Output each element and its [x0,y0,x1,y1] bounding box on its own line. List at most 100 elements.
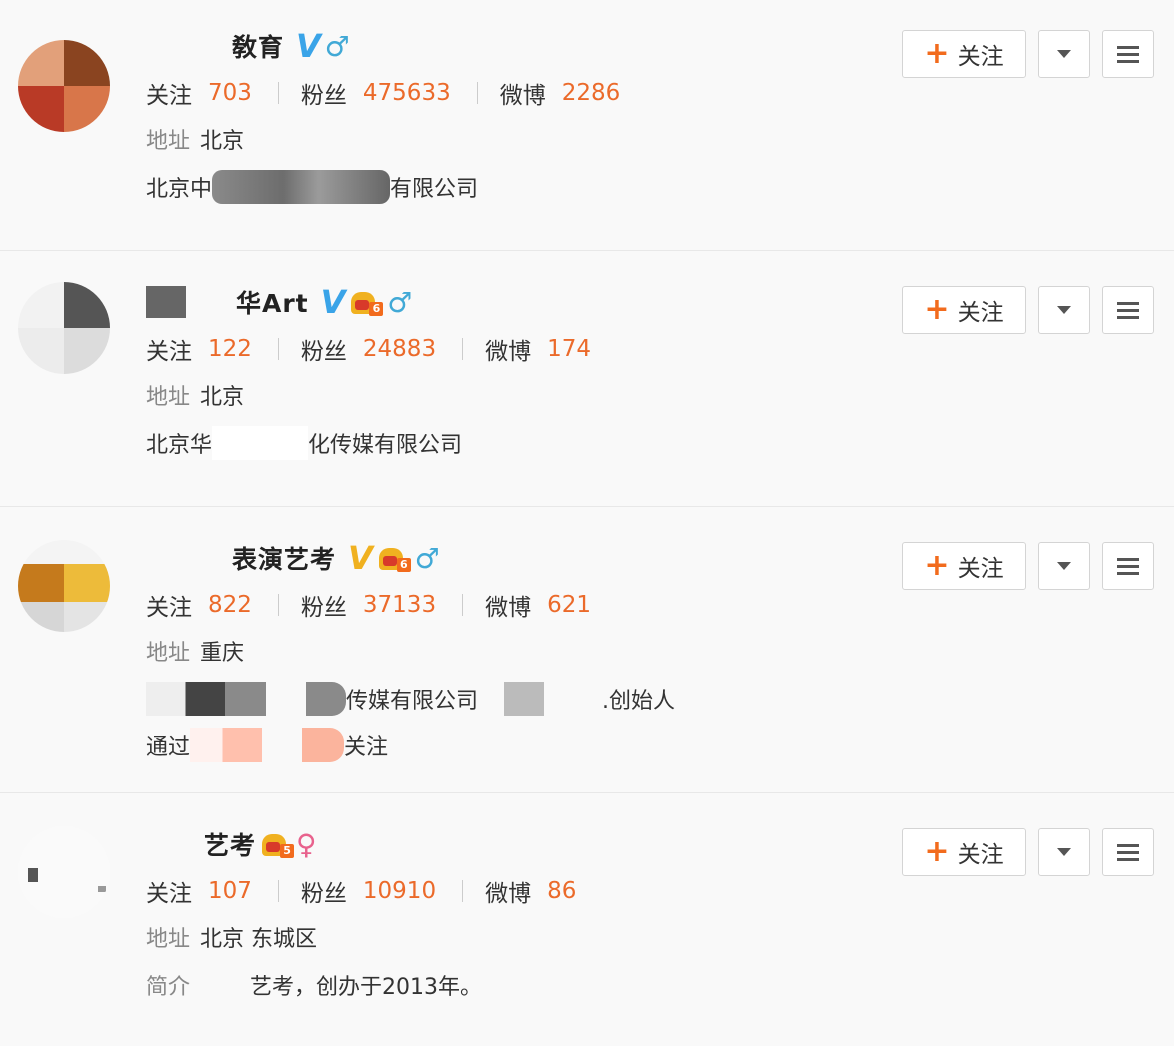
fans-label[interactable]: 粉丝 [301,588,347,622]
follow-button[interactable]: + 关注 [902,542,1026,590]
pixelated-redaction [146,682,266,716]
menu-button[interactable] [1102,286,1154,334]
address-value: 北京 [200,129,245,154]
pixelated-redaction [306,682,346,716]
address-line: 地址 重庆 [146,636,244,666]
follows-label[interactable]: 关注 [146,332,192,366]
posts-label[interactable]: 微博 [485,332,531,366]
divider [462,880,464,902]
title-text: .创始人 [602,689,676,714]
posts-label[interactable]: 微博 [500,76,546,110]
follow-button[interactable]: + 关注 [902,828,1026,876]
fans-count[interactable]: 10910 [363,878,436,904]
company-line: 传媒有限公司 .创始人 [146,682,676,716]
address-line: 地址 北京 [146,380,244,410]
follows-label[interactable]: 关注 [146,588,192,622]
pixelated-redaction [212,170,391,204]
more-dropdown-button[interactable] [1038,286,1090,334]
intro-label: 简介 [146,975,191,1000]
divider [0,250,1174,251]
follows-count[interactable]: 703 [208,80,252,106]
menu-button[interactable] [1102,30,1154,78]
follow-label: 关注 [957,842,1004,868]
pixelated-redaction [504,682,545,716]
divider [277,594,279,616]
avatar[interactable] [18,282,110,374]
follow-button[interactable]: + 关注 [902,286,1026,334]
menu-icon [1117,843,1139,847]
user-name[interactable]: 敎育 [232,28,284,64]
address-value: 重庆 [200,641,245,666]
pixelated-redaction [544,682,602,716]
company-line: 北京中 有限公司 [146,170,479,204]
address-label: 地址 [146,385,191,410]
male-icon: ♂ [387,285,413,319]
divider [277,880,279,902]
posts-count[interactable]: 621 [547,592,591,618]
verified-v-icon: V [348,539,373,577]
avatar[interactable] [18,540,110,632]
crown-icon: 6 [351,288,384,316]
menu-icon [1117,557,1139,561]
stats-row: 关注 822 粉丝 37133 微博 621 [146,588,591,622]
divider [462,594,464,616]
posts-count[interactable]: 174 [547,336,591,362]
stats-row: 关注 703 粉丝 475633 微博 2286 [146,76,621,110]
fans-label[interactable]: 粉丝 [301,874,347,908]
user-name[interactable]: 华Art [236,284,309,320]
fans-count[interactable]: 37133 [363,592,436,618]
more-dropdown-button[interactable] [1038,542,1090,590]
avatar[interactable] [18,40,110,132]
stats-row: 关注 107 粉丝 10910 微博 86 [146,874,576,908]
name-row: 表演艺考 V 6 ♂ [232,538,440,578]
more-dropdown-button[interactable] [1038,30,1090,78]
caret-down-icon [1057,306,1071,314]
posts-count[interactable]: 2286 [562,80,621,106]
user-name[interactable]: 艺考 [204,826,256,862]
posts-label[interactable]: 微博 [485,588,531,622]
follows-count[interactable]: 822 [208,592,252,618]
company-text: 传媒有限公司 [346,689,479,714]
avatar[interactable] [18,826,110,918]
address-line: 地址 北京 [146,124,244,154]
divider [277,338,279,360]
follows-count[interactable]: 122 [208,336,252,362]
intro-value: 艺考，创办于2013年。 [250,975,483,1000]
mutual-text-end: 关注 [344,735,389,760]
divider [0,792,1174,793]
pixelated-redaction [200,968,250,1002]
fans-count[interactable]: 475633 [363,80,451,106]
follows-count[interactable]: 107 [208,878,252,904]
fans-label[interactable]: 粉丝 [301,76,347,110]
follows-label[interactable]: 关注 [146,874,192,908]
menu-button[interactable] [1102,542,1154,590]
fans-count[interactable]: 24883 [363,336,436,362]
more-dropdown-button[interactable] [1038,828,1090,876]
caret-down-icon [1057,848,1071,856]
pixelated-redaction [302,728,345,762]
divider [277,82,279,104]
menu-icon [1117,301,1139,305]
follows-label[interactable]: 关注 [146,76,192,110]
user-name[interactable]: 表演艺考 [232,540,336,576]
posts-count[interactable]: 86 [547,878,576,904]
follow-label: 关注 [957,44,1004,70]
company-text-end: 有限公司 [390,177,479,202]
follow-label: 关注 [957,556,1004,582]
address-line: 地址 北京 东城区 [146,922,317,952]
crown-icon: 5 [262,830,295,858]
follow-label: 关注 [957,300,1004,326]
plus-icon: + [924,36,950,71]
plus-icon: + [924,834,950,869]
mutual-text-start: 通过 [146,735,191,760]
verified-v-icon: V [296,27,321,65]
male-icon: ♂ [414,541,440,575]
posts-label[interactable]: 微博 [485,874,531,908]
menu-button[interactable] [1102,828,1154,876]
pixelated-redaction [146,286,186,318]
fans-label[interactable]: 粉丝 [301,332,347,366]
follow-button[interactable]: + 关注 [902,30,1026,78]
male-icon: ♂ [324,29,350,63]
divider [462,338,464,360]
female-icon: ♀ [296,827,317,861]
